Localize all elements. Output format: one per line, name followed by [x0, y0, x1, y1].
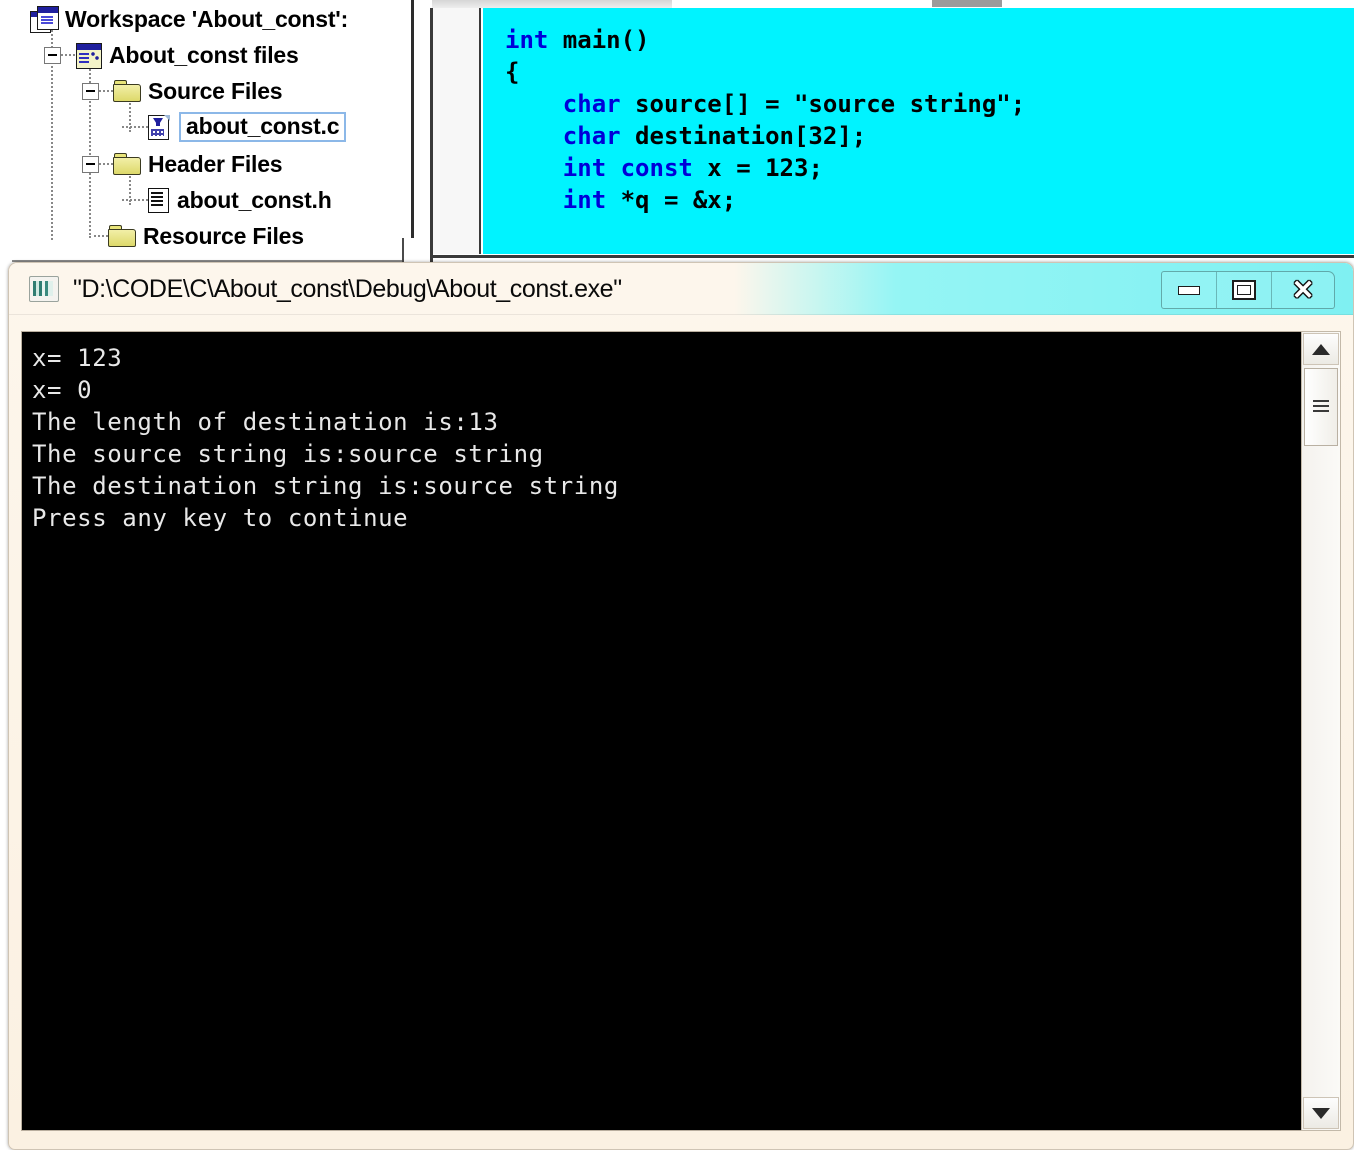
code-text: *q = &x; [606, 186, 737, 214]
tree-connector-line [122, 198, 148, 202]
scrollbar-thumb[interactable] [1304, 368, 1338, 446]
workspace-icon [30, 6, 59, 33]
scroll-down-button[interactable] [1303, 1097, 1339, 1129]
console-vertical-scrollbar[interactable] [1301, 331, 1341, 1131]
tree-item-header-files[interactable]: Header Files [82, 147, 283, 181]
code-text: source[] = "source string"; [620, 90, 1026, 118]
collapse-expander-icon[interactable] [44, 46, 61, 64]
code-keyword: int [505, 26, 549, 54]
tree-item-label: about_const.h [177, 186, 332, 213]
tree-item-label: Source Files [148, 77, 283, 104]
ide-window: Workspace 'About_const': About_const fil… [0, 0, 1354, 300]
close-icon: ✕ [1291, 274, 1315, 305]
tree-connector-line [61, 53, 75, 57]
code-text: { [505, 58, 520, 86]
minimize-button[interactable] [1162, 272, 1217, 308]
code-text: destination[32]; [620, 122, 867, 150]
console-line: x= 0 [32, 376, 93, 404]
code-line: int const x = 123; [505, 152, 1354, 184]
tree-item-workspace-root[interactable]: Workspace 'About_const': [30, 2, 348, 36]
code-text: main() [548, 26, 650, 54]
tree-item-label: Workspace 'About_const': [65, 5, 349, 32]
editor-gutter[interactable] [433, 8, 481, 254]
chevron-up-icon [1312, 343, 1330, 355]
workspace-tree: Workspace 'About_const': About_const fil… [12, 0, 408, 258]
source-editor-pane: int main(){ char source[] = "source stri… [430, 8, 1354, 262]
tree-connector-line [94, 234, 108, 238]
console-line: The source string is:source string [32, 440, 544, 468]
console-output-area[interactable]: x= 123 x= 0 The length of destination is:1… [21, 331, 1311, 1131]
console-line: x= 123 [32, 344, 123, 372]
code-text: x = 123; [692, 154, 823, 182]
tree-item-label-selected: about_const.c [179, 112, 347, 142]
console-line: The destination string is:source string [32, 472, 619, 500]
grip-icon [1313, 400, 1329, 414]
close-button[interactable]: ✕ [1272, 272, 1334, 308]
tree-connector-line [99, 89, 113, 93]
console-output-text: x= 123 x= 0 The length of destination is:1… [22, 332, 1310, 534]
console-window-icon [29, 276, 59, 302]
code-line: { [505, 56, 1354, 88]
console-line: The length of destination is:13 [32, 408, 499, 436]
c-source-file-icon [148, 114, 170, 140]
code-line: int main() [505, 24, 1354, 56]
scroll-up-button[interactable] [1303, 333, 1339, 365]
folder-icon [113, 80, 141, 102]
minimize-icon [1178, 285, 1200, 295]
restore-icon [1232, 280, 1256, 300]
code-line: char destination[32]; [505, 120, 1354, 152]
tree-connector-line [99, 162, 113, 166]
console-window: "D:\CODE\C\About_const\Debug\About_const… [8, 262, 1354, 1150]
console-title-bar[interactable]: "D:\CODE\C\About_const\Debug\About_const… [9, 263, 1353, 315]
screen-root: Workspace 'About_const': About_const fil… [0, 0, 1354, 1150]
tree-item-label: Header Files [148, 150, 283, 177]
code-keyword: int const [562, 154, 693, 182]
code-keyword: char [562, 90, 621, 118]
tree-item-resource-files[interactable]: Resource Files [94, 219, 304, 253]
folder-icon [113, 153, 141, 175]
code-line: char source[] = "source string"; [505, 88, 1354, 120]
source-code-area[interactable]: int main(){ char source[] = "source stri… [483, 8, 1354, 254]
maximize-restore-button[interactable] [1217, 272, 1272, 308]
code-line: int *q = &x; [505, 184, 1354, 216]
code-keyword: char [562, 122, 621, 150]
chevron-down-icon [1312, 1107, 1330, 1119]
folder-icon [108, 225, 136, 247]
console-line: Press any key to continue [32, 504, 409, 532]
toolbar-button-group [932, 0, 1002, 7]
tree-item-label: About_const files [109, 41, 299, 68]
collapse-expander-icon[interactable] [82, 82, 99, 100]
workspace-tree-pane: Workspace 'About_const': About_const fil… [12, 0, 414, 262]
window-controls: ✕ [1161, 271, 1335, 309]
tree-item-about-const-h[interactable]: about_const.h [122, 183, 332, 217]
tree-item-label: Resource Files [143, 222, 304, 249]
code-keyword: int [562, 186, 607, 214]
editor-bottom-border [433, 255, 1354, 258]
tree-connector-line [122, 125, 148, 129]
tree-item-source-files[interactable]: Source Files [82, 74, 283, 108]
tree-item-about-const-files[interactable]: About_const files [44, 38, 299, 72]
project-icon [75, 42, 102, 69]
collapse-expander-icon[interactable] [82, 155, 99, 173]
header-file-icon [148, 187, 170, 213]
tree-item-about-const-c[interactable]: about_const.c [122, 110, 347, 144]
console-title-text: "D:\CODE\C\About_const\Debug\About_const… [73, 274, 622, 303]
